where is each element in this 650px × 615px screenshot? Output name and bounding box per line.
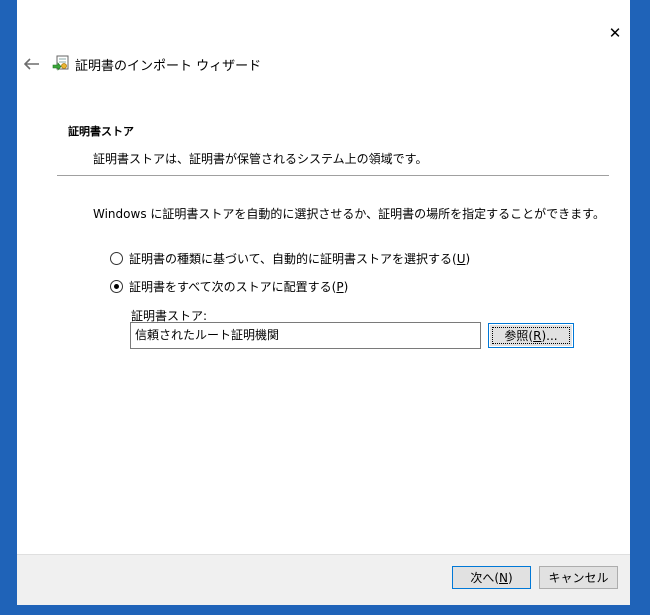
store-field[interactable]: 信頼されたルート証明機関 <box>130 322 481 349</box>
next-button[interactable]: 次へ(N) <box>452 566 531 589</box>
page-heading: 証明書ストア <box>68 125 134 138</box>
intro-text: Windows に証明書ストアを自動的に選択させるか、証明書の場所を指定すること… <box>93 207 605 221</box>
back-arrow-icon <box>24 58 39 70</box>
close-button[interactable]: ✕ <box>603 21 627 45</box>
close-icon: ✕ <box>608 23 622 42</box>
button-bar: 次へ(N) キャンセル <box>17 554 630 605</box>
window-frame-bottom <box>0 604 650 615</box>
radio-auto-select[interactable]: 証明書の種類に基づいて、自動的に証明書ストアを選択する(U) <box>110 250 470 267</box>
window-frame-right <box>630 0 650 615</box>
certificate-icon <box>52 55 69 71</box>
radio-auto-select-label: 証明書の種類に基づいて、自動的に証明書ストアを選択する(U) <box>129 252 471 266</box>
radio-place-all[interactable]: 証明書をすべて次のストアに配置する(P) <box>110 278 348 295</box>
cancel-button[interactable]: キャンセル <box>539 566 618 589</box>
radio-place-all-indicator[interactable] <box>110 280 123 293</box>
next-button-label: 次へ(N) <box>470 571 513 585</box>
focus-ring <box>492 327 570 344</box>
browse-button[interactable]: 参照(R)... <box>488 323 574 348</box>
wizard-window: ✕ 証明書のインポート ウィザード 証明書ストア 証明書ストアは、証明書が保管さ… <box>17 17 630 605</box>
cancel-button-label: キャンセル <box>548 571 609 585</box>
header-divider <box>57 175 609 176</box>
radio-auto-select-indicator[interactable] <box>110 252 123 265</box>
window-title: 証明書のインポート ウィザード <box>75 59 262 74</box>
window-frame-left <box>0 0 17 615</box>
back-button[interactable] <box>22 54 42 74</box>
page-description: 証明書ストアは、証明書が保管されるシステム上の領域です。 <box>93 152 428 166</box>
radio-place-all-label: 証明書をすべて次のストアに配置する(P) <box>129 280 349 294</box>
